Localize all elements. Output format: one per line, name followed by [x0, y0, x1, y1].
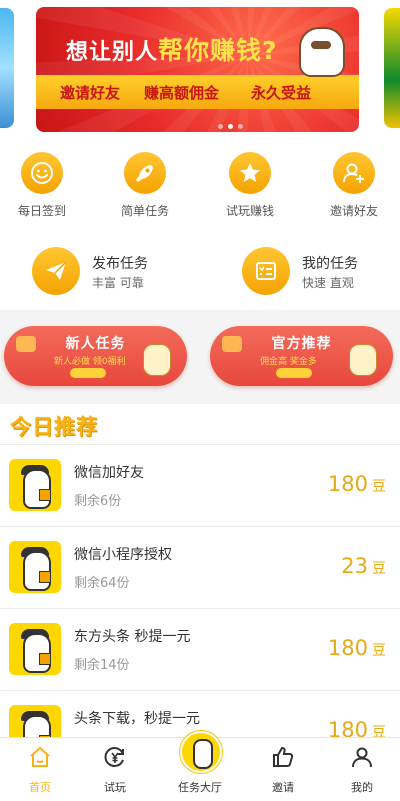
- nav-trial[interactable]: 试玩: [75, 738, 155, 801]
- task-reward-unit: 豆: [372, 643, 386, 659]
- quick-invite-friends[interactable]: 邀请好友: [309, 152, 399, 219]
- publish-task-title: 发布任务: [92, 256, 148, 272]
- carousel-dot-active[interactable]: [228, 124, 233, 129]
- task-remaining: 剩余14份: [74, 658, 130, 673]
- nav-label: 首页: [29, 781, 51, 794]
- carousel-dot[interactable]: [218, 124, 223, 129]
- task-reward-unit: 豆: [372, 479, 386, 495]
- section-header: 今日推荐: [0, 404, 400, 445]
- task-reward: 180 豆: [328, 472, 386, 496]
- carousel-dot[interactable]: [238, 124, 243, 129]
- banner-prev-slide[interactable]: [0, 8, 14, 128]
- bottom-nav: 首页 试玩 任务大厅 邀请 我的: [0, 731, 400, 801]
- banner-next-slide[interactable]: [384, 8, 400, 128]
- yen-cycle-icon: [102, 744, 128, 770]
- publish-task-button[interactable]: 发布任务 丰富 可靠: [32, 245, 182, 297]
- banner-headline: 想让别人帮你赚钱?: [66, 31, 278, 67]
- mascot-bag: [39, 571, 51, 583]
- task-reward: 23 豆: [341, 554, 386, 578]
- promo-card-official[interactable]: 官方推荐 佣金高 奖金多: [210, 326, 393, 386]
- section-title: 今日推荐: [10, 415, 98, 439]
- nav-label: 邀请: [272, 781, 294, 794]
- quick-label: 每日签到: [17, 204, 66, 218]
- mascot-body: [193, 739, 213, 769]
- add-user-icon: [333, 152, 375, 194]
- banner-slogan: 永久受益: [251, 84, 312, 102]
- task-reward-value: 180: [327, 636, 368, 660]
- my-tasks-title: 我的任务: [302, 256, 358, 272]
- mascot-icon: [180, 731, 222, 773]
- task-reward-value: 180: [327, 472, 368, 496]
- promo-card-newbie[interactable]: 新人任务 新人必做 领0福利: [4, 326, 187, 386]
- promo-subtitle: 新人必做 领0福利: [54, 357, 126, 367]
- quick-daily-signin[interactable]: 每日签到: [0, 152, 87, 219]
- carousel-dots: [218, 124, 243, 129]
- nav-task-hall[interactable]: 任务大厅: [160, 731, 240, 801]
- mascot-icon: [299, 27, 345, 77]
- promo-banner[interactable]: 想让别人帮你赚钱? 邀请好友 赚高额佣金 永久受益: [36, 7, 359, 132]
- banner-headline-highlight: 帮你赚钱?: [158, 36, 278, 65]
- paper-plane-icon: [32, 247, 80, 295]
- promo-cards: 新人任务 新人必做 领0福利 官方推荐 佣金高 奖金多: [0, 312, 400, 402]
- banner-headline-pre: 想让别人: [66, 40, 159, 65]
- nav-invite[interactable]: 邀请: [243, 738, 323, 801]
- nav-label: 我的: [351, 781, 373, 794]
- mascot-icon: [143, 344, 171, 376]
- task-avatar: [9, 623, 61, 675]
- task-remaining: 剩余6份: [74, 494, 122, 509]
- smile-icon: [21, 152, 63, 194]
- promo-subtitle: 佣金高 奖金多: [260, 357, 317, 367]
- task-row[interactable]: 微信加好友 剩余6份 180 豆: [0, 445, 400, 527]
- task-row[interactable]: 东方头条 秒提一元 剩余14份 180 豆: [0, 609, 400, 691]
- quick-label: 简单任务: [120, 204, 169, 218]
- mascot-icon: [349, 344, 377, 376]
- task-name: 东方头条 秒提一元: [74, 629, 191, 645]
- checklist-icon: [242, 247, 290, 295]
- my-tasks-button[interactable]: 我的任务 快速 直观: [242, 245, 392, 297]
- mascot-bag: [39, 653, 51, 665]
- publish-task-subtitle: 丰富 可靠: [92, 276, 144, 290]
- task-name: 头条下载，秒提一元: [74, 711, 200, 727]
- task-reward: 180 豆: [328, 636, 386, 660]
- task-remaining: 剩余64份: [74, 576, 130, 591]
- mascot-bag: [39, 489, 51, 501]
- task-row[interactable]: 微信小程序授权 剩余64份 23 豆: [0, 527, 400, 609]
- task-name: 微信加好友: [74, 465, 144, 481]
- task-avatar: [9, 541, 61, 593]
- user-icon: [349, 744, 375, 770]
- quick-actions: 每日签到 简单任务 试玩赚钱 邀请好友: [0, 152, 400, 232]
- banner-slogan: 赚高额佣金: [144, 84, 220, 102]
- quick-label: 邀请好友: [329, 204, 378, 218]
- nav-label: 任务大厅: [178, 781, 222, 794]
- star-icon: [229, 152, 271, 194]
- rocket-icon: [124, 152, 166, 194]
- thumbs-up-icon: [270, 744, 296, 770]
- my-tasks-subtitle: 快速 直观: [302, 276, 354, 290]
- promo-go-button[interactable]: [276, 368, 312, 378]
- quick-trial-earn[interactable]: 试玩赚钱: [205, 152, 295, 219]
- quick-simple-tasks[interactable]: 简单任务: [100, 152, 190, 219]
- task-list: 微信加好友 剩余6份 180 豆 微信小程序授权 剩余64份 23 豆 东方头条 秒…: [0, 445, 400, 773]
- task-reward-unit: 豆: [372, 561, 386, 577]
- nav-mine[interactable]: 我的: [322, 738, 400, 801]
- task-name: 微信小程序授权: [74, 547, 172, 563]
- task-avatar: [9, 459, 61, 511]
- quick-label: 试玩赚钱: [225, 204, 274, 218]
- task-reward-value: 23: [341, 554, 368, 578]
- banner-slogan: 邀请好友: [60, 84, 121, 102]
- promo-go-button[interactable]: [70, 368, 106, 378]
- home-icon: [27, 744, 53, 770]
- nav-label: 试玩: [104, 781, 126, 794]
- nav-home[interactable]: 首页: [0, 738, 80, 801]
